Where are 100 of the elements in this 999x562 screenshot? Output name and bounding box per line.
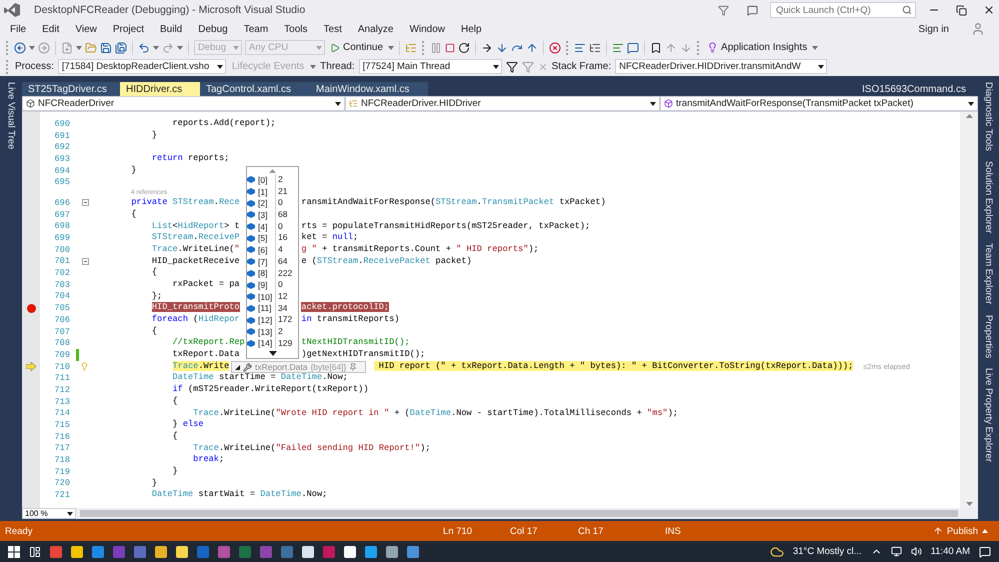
document-tab[interactable]: ST25TagDriver.cs — [22, 82, 120, 96]
code-line: DateTime startTime = DateTime.Now; — [172, 372, 348, 384]
panel-tab[interactable]: Live Visual Tree — [6, 80, 16, 152]
menu-item[interactable]: Window — [403, 24, 452, 34]
item-index: [11] — [258, 303, 273, 314]
circle-x-icon[interactable] — [549, 42, 562, 54]
restore-icon[interactable] — [956, 4, 967, 16]
filter-icon[interactable] — [506, 60, 518, 72]
collapse-icon[interactable] — [82, 258, 89, 265]
task-view-icon[interactable] — [29, 546, 41, 558]
collapse-icon[interactable] — [82, 199, 89, 206]
caret-icon[interactable] — [67, 512, 73, 516]
app-icon[interactable] — [155, 546, 167, 558]
menu-item[interactable]: Tools — [278, 24, 314, 34]
volume-icon[interactable] — [910, 546, 922, 557]
scroll-up-icon[interactable] — [269, 168, 276, 172]
app-icon[interactable] — [302, 546, 314, 558]
scroll-down-icon[interactable] — [268, 351, 276, 356]
arrow-icon[interactable] — [481, 42, 494, 54]
document-tab[interactable]: MainWindow.xaml.cs — [310, 82, 428, 96]
vertical-scrollbar[interactable] — [960, 112, 978, 508]
caret-icon[interactable] — [216, 64, 223, 68]
member-dropdown[interactable]: transmitAndWaitForResponse(TransmitPacket txPacket) — [660, 96, 978, 111]
comment-icon[interactable] — [612, 42, 624, 54]
menu-item[interactable]: Test — [318, 24, 348, 34]
project-dropdown[interactable]: NFCReaderDriver — [22, 96, 345, 111]
lightbulb-icon[interactable] — [707, 42, 718, 53]
document-tab[interactable]: TagControl.xaml.cs — [200, 82, 310, 96]
caret-icon[interactable] — [335, 102, 341, 106]
project-icon[interactable] — [26, 99, 35, 108]
zoom-dropdown[interactable]: 100 % — [22, 508, 76, 519]
menu-item[interactable]: File — [4, 24, 32, 34]
search-icon[interactable] — [902, 5, 912, 15]
indent-icon[interactable] — [574, 42, 586, 54]
back-icon[interactable] — [14, 42, 26, 54]
caret-icon[interactable] — [492, 64, 499, 68]
thread-dropdown[interactable]: [77524] Main Thread — [358, 59, 502, 74]
pin-icon[interactable] — [349, 363, 358, 371]
avatar-icon[interactable] — [971, 22, 985, 36]
upload-icon[interactable] — [932, 526, 943, 536]
type-dropdown[interactable]: NFCReaderDriver.HIDDriver — [345, 96, 660, 111]
app-icon[interactable] — [344, 546, 356, 558]
menu-item[interactable]: Help — [455, 24, 488, 34]
line-number: 699 — [54, 233, 71, 244]
save-all-icon[interactable] — [115, 42, 127, 54]
quick-launch-field[interactable]: Quick Launch (Ctrl+Q) — [770, 2, 916, 18]
panel-tab[interactable]: Properties — [983, 312, 994, 360]
caret-icon[interactable] — [818, 64, 824, 68]
app-icon[interactable] — [176, 546, 188, 558]
scroll-up-icon[interactable] — [966, 114, 972, 118]
menu-item[interactable]: Build — [154, 24, 188, 34]
panel-tab[interactable]: Live Property Explorer — [983, 366, 994, 464]
caret-icon[interactable] — [650, 102, 656, 106]
menu-item[interactable]: Debug — [192, 24, 234, 34]
list-icon[interactable] — [589, 42, 602, 54]
sign-in-link[interactable]: Sign in — [918, 24, 949, 34]
document-tab[interactable]: ISO15693Command.cs — [856, 82, 978, 96]
continue-button[interactable]: Continue — [328, 40, 386, 56]
class-icon[interactable] — [349, 99, 358, 108]
panel-tab[interactable]: Diagnostic Tools — [983, 80, 994, 154]
weather-icon[interactable] — [770, 544, 784, 558]
wrench-icon[interactable] — [243, 362, 252, 372]
menu-item[interactable]: Project — [106, 24, 150, 34]
breakpoint-icon[interactable] — [26, 304, 36, 313]
expand-icon[interactable] — [235, 364, 240, 370]
app-icon[interactable] — [71, 546, 83, 558]
undo-icon[interactable] — [138, 42, 150, 54]
play-icon[interactable] — [330, 42, 340, 52]
menu-item[interactable]: View — [69, 24, 103, 34]
network-icon[interactable] — [890, 546, 902, 557]
restart-icon[interactable] — [458, 42, 470, 54]
clock[interactable]: 11:40 AM — [930, 546, 970, 557]
app-icon[interactable] — [386, 546, 398, 558]
document-tab[interactable]: HIDDriver.cs — [120, 82, 200, 96]
menu-item[interactable]: Team — [238, 24, 274, 34]
stop-icon[interactable] — [445, 42, 456, 52]
save-icon[interactable] — [100, 42, 112, 54]
line-number: 701 — [54, 256, 71, 266]
weather-text[interactable]: 31°C Mostly cl... — [792, 546, 862, 557]
application-insights-button[interactable]: Application Insights — [705, 40, 810, 56]
method-icon[interactable] — [664, 99, 673, 108]
publish-button[interactable]: Publish — [926, 524, 994, 538]
feedback-icon[interactable] — [747, 4, 758, 16]
start-icon[interactable] — [8, 546, 20, 558]
close-icon[interactable] — [983, 4, 995, 16]
menu-item[interactable]: Edit — [36, 24, 66, 34]
caret-icon[interactable] — [968, 102, 974, 106]
line-number: 692 — [54, 142, 71, 152]
stack-frame-dropdown[interactable]: NFCReaderDriver.HIDDriver.transmitAndW — [615, 59, 828, 74]
uncomment-icon[interactable] — [627, 42, 640, 54]
horizontal-scrollbar[interactable] — [80, 510, 958, 517]
bookmark-icon[interactable] — [650, 42, 662, 54]
panel-tab[interactable]: Solution Explorer — [983, 159, 994, 236]
step-out-icon[interactable] — [526, 42, 538, 54]
notifications-icon[interactable] — [979, 546, 991, 558]
process-dropdown[interactable]: [71584] DesktopReaderClient.vsho — [58, 59, 226, 74]
menu-item[interactable]: Analyze — [352, 24, 400, 34]
item-index: [8] — [258, 268, 268, 278]
panel-tab[interactable]: Team Explorer — [983, 241, 994, 307]
step-into-icon[interactable] — [496, 42, 508, 54]
